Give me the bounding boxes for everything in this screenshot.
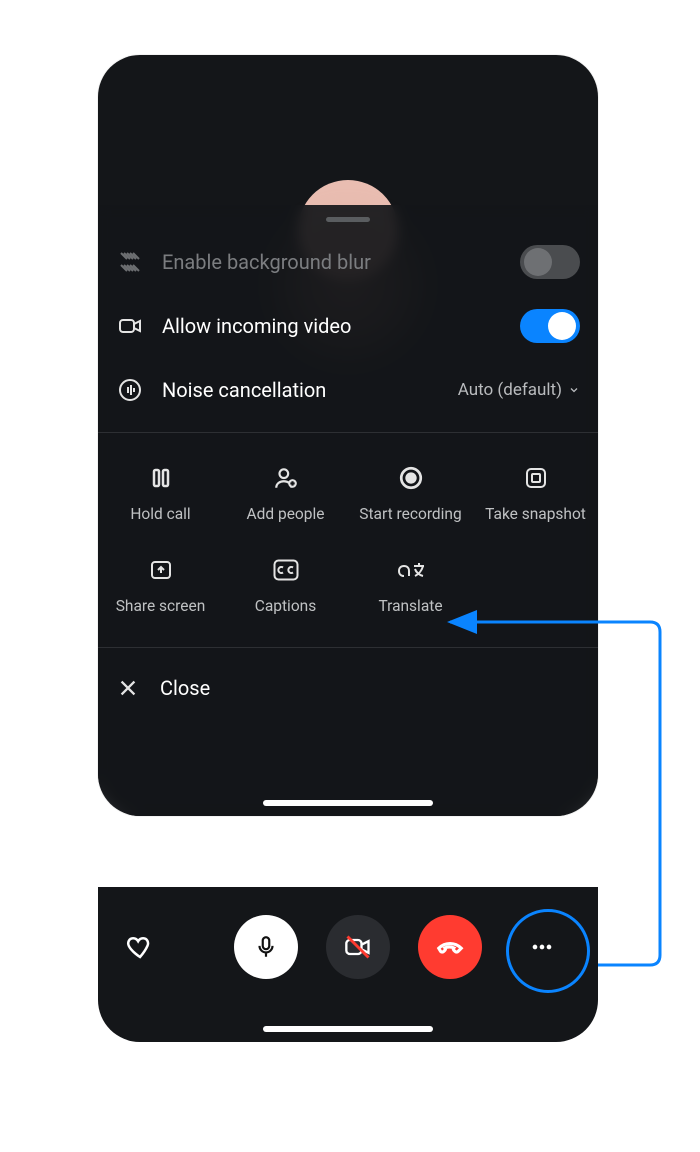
action-label: Hold call — [130, 505, 190, 523]
toggle-incoming-video[interactable] — [520, 309, 580, 343]
add-person-icon — [271, 463, 301, 493]
mic-icon — [253, 934, 279, 960]
setting-label: Noise cancellation — [162, 378, 440, 402]
action-label: Start recording — [359, 505, 461, 523]
divider — [98, 432, 598, 433]
call-bar — [98, 887, 598, 1007]
action-label: Translate — [378, 597, 442, 615]
setting-incoming-video[interactable]: Allow incoming video — [98, 294, 598, 358]
setting-noise-cancellation[interactable]: Noise cancellation Auto (default) — [98, 358, 598, 422]
more-button[interactable] — [510, 915, 574, 979]
action-label: Captions — [255, 597, 316, 615]
action-label: Add people — [247, 505, 325, 523]
close-label: Close — [160, 676, 210, 700]
action-translate[interactable]: Translate — [348, 541, 473, 633]
call-controls-screen — [98, 887, 598, 1042]
action-start-recording[interactable]: Start recording — [348, 449, 473, 541]
options-sheet: Enable background blur Allow incoming vi… — [98, 205, 598, 816]
hang-up-icon — [435, 932, 465, 962]
select-value-text: Auto (default) — [458, 380, 562, 400]
action-label: Take snapshot — [485, 505, 586, 523]
toggle-background-blur[interactable] — [520, 245, 580, 279]
setting-label: Enable background blur — [162, 250, 502, 274]
action-label: Share screen — [116, 597, 206, 615]
setting-background-blur[interactable]: Enable background blur — [98, 230, 598, 294]
share-screen-icon — [146, 555, 176, 585]
snapshot-icon — [521, 463, 551, 493]
react-button[interactable] — [112, 932, 168, 962]
video-icon — [116, 312, 144, 340]
heart-icon — [125, 932, 155, 962]
camera-button[interactable] — [326, 915, 390, 979]
camera-off-icon — [344, 933, 372, 961]
action-captions[interactable]: Captions — [223, 541, 348, 633]
home-indicator[interactable] — [263, 800, 433, 806]
options-sheet-screen: Enable background blur Allow incoming vi… — [98, 55, 598, 816]
home-indicator[interactable] — [263, 1026, 433, 1032]
pause-icon — [146, 463, 176, 493]
action-add-people[interactable]: Add people — [223, 449, 348, 541]
noise-cancellation-value[interactable]: Auto (default) — [458, 380, 580, 400]
setting-label: Allow incoming video — [162, 314, 502, 338]
translate-icon — [396, 555, 426, 585]
end-call-button[interactable] — [418, 915, 482, 979]
action-hold-call[interactable]: Hold call — [98, 449, 223, 541]
divider — [98, 647, 598, 648]
chevron-down-icon — [568, 384, 580, 396]
action-share-screen[interactable]: Share screen — [98, 541, 223, 633]
blur-icon — [116, 248, 144, 276]
action-grid: Hold call Add people Start recording Tak… — [98, 439, 598, 637]
close-button[interactable]: Close — [98, 654, 598, 730]
noise-cancellation-icon — [116, 376, 144, 404]
sheet-grabber[interactable] — [326, 217, 370, 222]
action-take-snapshot[interactable]: Take snapshot — [473, 449, 598, 541]
record-icon — [396, 463, 426, 493]
more-icon — [528, 933, 556, 961]
mic-button[interactable] — [234, 915, 298, 979]
call-background — [98, 55, 598, 205]
close-icon — [116, 676, 140, 700]
captions-icon — [271, 555, 301, 585]
